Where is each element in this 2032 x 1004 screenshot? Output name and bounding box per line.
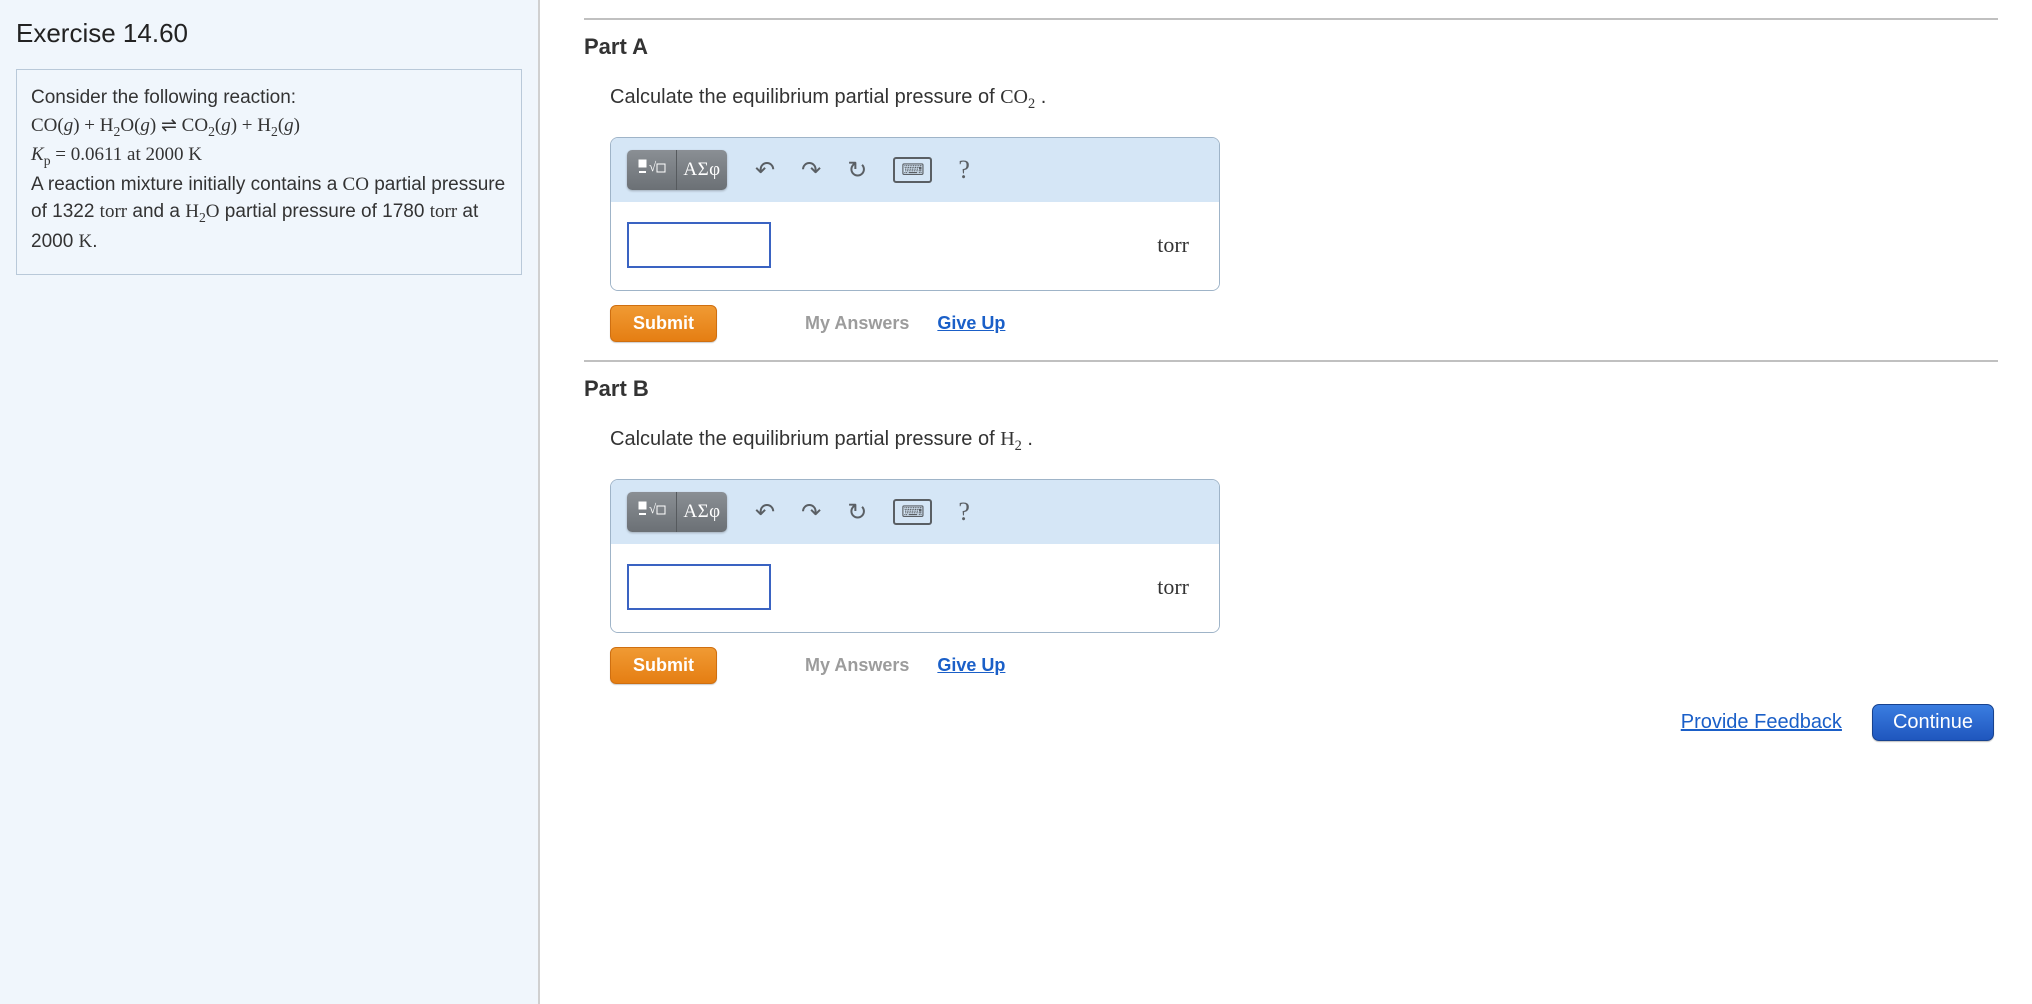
- exercise-title: Exercise 14.60: [16, 18, 522, 49]
- submit-button[interactable]: Submit: [610, 647, 717, 684]
- submit-button[interactable]: Submit: [610, 305, 717, 342]
- toolbar-icons: ↶ ↷ ↻ ⌨ ?: [755, 155, 970, 185]
- part-b-answer-box: √ ΑΣφ ↶ ↷ ↻ ⌨ ? torr: [610, 479, 1220, 633]
- continue-button[interactable]: Continue: [1872, 704, 1994, 741]
- toolbar-group: √ ΑΣφ: [627, 492, 727, 532]
- part-a-actions: Submit My Answers Give Up: [610, 305, 1998, 342]
- svg-text:√: √: [649, 501, 657, 516]
- my-answers-label: My Answers: [805, 313, 909, 334]
- part-a: Part A Calculate the equilibrium partial…: [584, 34, 1998, 342]
- templates-icon: √: [638, 500, 666, 524]
- part-b-input[interactable]: [627, 564, 771, 610]
- reset-icon[interactable]: ↻: [847, 498, 867, 527]
- problem-sidebar: Exercise 14.60 Consider the following re…: [0, 0, 540, 1004]
- templates-button[interactable]: √: [627, 150, 677, 190]
- reset-icon[interactable]: ↻: [847, 156, 867, 185]
- problem-intro: Consider the following reaction:: [31, 84, 507, 112]
- footer-row: Provide Feedback Continue: [584, 704, 1998, 741]
- greek-button[interactable]: ΑΣφ: [677, 492, 727, 532]
- problem-statement: Consider the following reaction: CO(g) +…: [16, 69, 522, 275]
- redo-icon[interactable]: ↷: [801, 156, 821, 185]
- redo-icon[interactable]: ↷: [801, 498, 821, 527]
- help-icon[interactable]: ?: [958, 155, 970, 185]
- templates-icon: √: [638, 158, 666, 182]
- toolbar-icons: ↶ ↷ ↻ ⌨ ?: [755, 497, 970, 527]
- my-answers-label: My Answers: [805, 655, 909, 676]
- kp-line: Kp = 0.0611 at 2000 K: [31, 141, 507, 171]
- part-b-title: Part B: [584, 376, 1998, 402]
- part-b-prompt: Calculate the equilibrium partial pressu…: [610, 428, 1998, 455]
- part-a-input[interactable]: [627, 222, 771, 268]
- keyboard-icon[interactable]: ⌨: [893, 157, 932, 183]
- part-a-prompt: Calculate the equilibrium partial pressu…: [610, 86, 1998, 113]
- initial-conditions: A reaction mixture initially contains a …: [31, 171, 507, 256]
- reaction-equation: CO(g) + H2O(g) ⇌ CO2(g) + H2(g): [31, 112, 507, 142]
- equation-toolbar: √ ΑΣφ ↶ ↷ ↻ ⌨ ?: [611, 480, 1219, 544]
- undo-icon[interactable]: ↶: [755, 498, 775, 527]
- help-icon[interactable]: ?: [958, 497, 970, 527]
- toolbar-group: √ ΑΣφ: [627, 150, 727, 190]
- equation-toolbar: √ ΑΣφ ↶ ↷ ↻ ⌨ ?: [611, 138, 1219, 202]
- svg-text:√: √: [649, 159, 657, 174]
- part-a-unit: torr: [1157, 232, 1189, 258]
- answer-area: Part A Calculate the equilibrium partial…: [540, 0, 2032, 1004]
- part-b-actions: Submit My Answers Give Up: [610, 647, 1998, 684]
- keyboard-icon[interactable]: ⌨: [893, 499, 932, 525]
- part-b: Part B Calculate the equilibrium partial…: [584, 376, 1998, 684]
- divider: [584, 360, 1998, 362]
- part-a-answer-box: √ ΑΣφ ↶ ↷ ↻ ⌨ ? torr: [610, 137, 1220, 291]
- undo-icon[interactable]: ↶: [755, 156, 775, 185]
- templates-button[interactable]: √: [627, 492, 677, 532]
- provide-feedback-link[interactable]: Provide Feedback: [1681, 711, 1842, 734]
- greek-button[interactable]: ΑΣφ: [677, 150, 727, 190]
- give-up-link[interactable]: Give Up: [937, 313, 1005, 334]
- part-b-unit: torr: [1157, 574, 1189, 600]
- input-row: torr: [611, 202, 1219, 290]
- part-a-title: Part A: [584, 34, 1998, 60]
- input-row: torr: [611, 544, 1219, 632]
- divider: [584, 18, 1998, 20]
- give-up-link[interactable]: Give Up: [937, 655, 1005, 676]
